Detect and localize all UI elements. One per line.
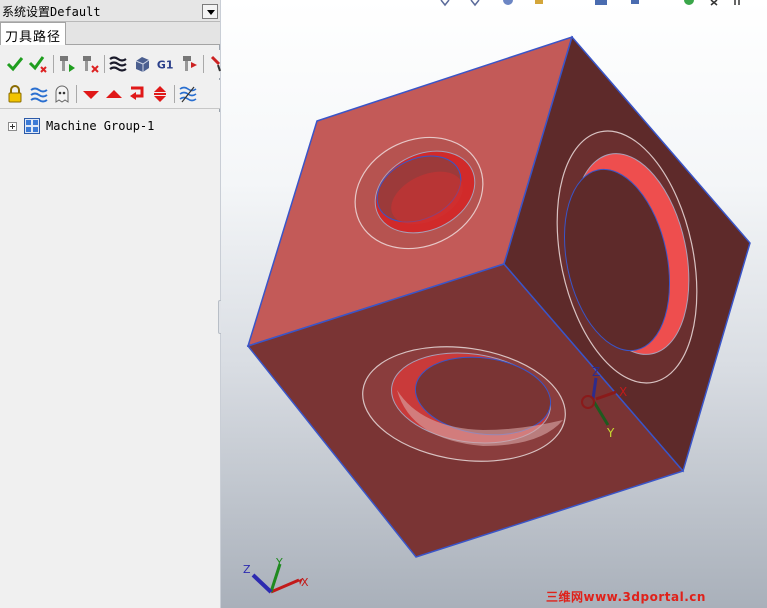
select-all-ops-check-icon[interactable] [5,54,25,74]
tree-item-label: Machine Group-1 [46,119,155,133]
layers-icon[interactable] [108,54,128,74]
toolbar-separator [53,55,54,73]
view-axis-z-label: Z [243,563,251,576]
tool-manager-icon[interactable] [206,54,221,74]
post-g1-icon[interactable]: G1 [156,54,178,74]
tab-strip: 刀具路径 [0,22,220,45]
tab-toolpaths[interactable]: 刀具路径 [0,22,66,45]
operations-tree: Machine Group-1 [0,112,220,608]
lock-icon[interactable] [5,84,25,104]
expand-collapse-icon[interactable] [150,84,170,104]
tree-item-machine-group[interactable]: Machine Group-1 [6,118,206,136]
watermark-text: 三维网www.3dportal.cn [546,590,706,604]
operations-manager-panel: 系统设置Default 刀具路径 G1 Machine Group-1 [0,0,221,608]
config-selector[interactable]: 系统设置Default [0,0,220,22]
toolbar-separator [104,55,105,73]
move-up-icon[interactable] [104,84,124,104]
simulate-solid-icon[interactable] [132,54,152,74]
view-orientation-triad: X Y Z [243,556,309,594]
view-axis-x-label: X [301,576,309,589]
move-down-icon[interactable] [81,84,101,104]
post-selected-icon[interactable] [180,54,200,74]
ghost-display-icon[interactable] [52,84,72,104]
toolbar-separator [76,85,77,103]
insert-arrow-icon[interactable] [127,84,147,104]
backplot-toolpath-icon[interactable] [80,54,100,74]
chevron-down-icon[interactable] [202,4,218,19]
view-axis-y-label: Y [275,556,283,569]
part-axis-z-label: Z [592,365,600,379]
svg-text:G1: G1 [157,59,174,72]
display-toolpath-icon[interactable] [178,84,198,104]
toolbar-row-2 [0,80,220,109]
machine-group-icon [24,118,40,134]
toolbar-row-1: G1 [0,50,221,78]
regenerate-ops-check-icon[interactable] [28,54,48,74]
toolbar-separator [174,85,175,103]
config-label: 系统设置Default [2,5,101,19]
graphics-viewport[interactable]: Z X Y X Y Z 三维网www.3dportal.cn [221,0,767,608]
toolbar-separator [203,55,204,73]
tab-label: 刀具路径 [5,30,62,45]
part-axis-y-label: Y [606,426,615,440]
expand-plus-icon[interactable] [8,122,17,131]
wave-toolpath-icon[interactable] [29,84,49,104]
verify-toolpath-icon[interactable] [57,54,77,74]
part-axis-x-label: X [619,385,627,399]
cube-model: Z X Y X Y Z [243,35,751,594]
